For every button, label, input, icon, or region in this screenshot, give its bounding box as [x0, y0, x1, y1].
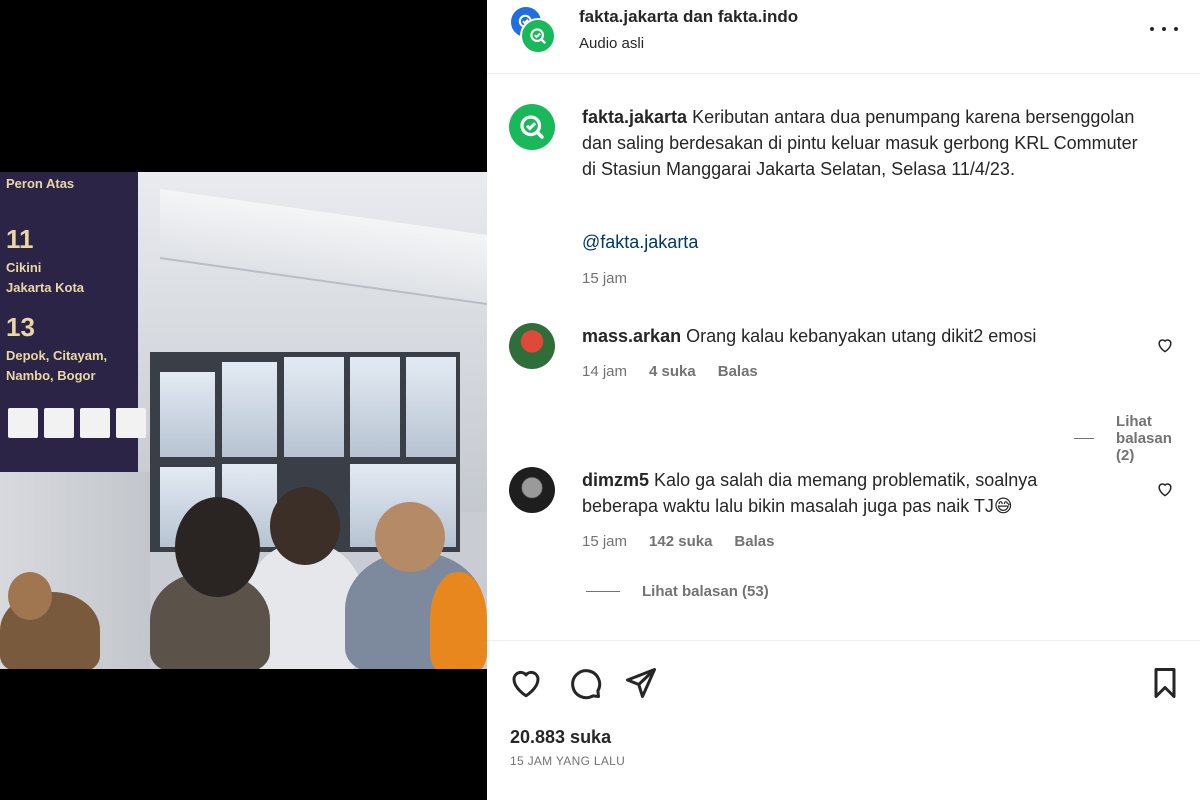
heart-icon[interactable]	[1155, 335, 1175, 355]
heart-icon[interactable]	[508, 665, 544, 701]
comment-username[interactable]: mass.arkan	[582, 326, 681, 346]
avatar[interactable]	[509, 467, 555, 513]
like-count[interactable]: 20.883 suka	[510, 727, 611, 748]
comment-text: mass.arkan Orang kalau kebanyakan utang …	[582, 323, 1102, 349]
avatar	[520, 18, 556, 54]
comment-body: Orang kalau kebanyakan utang dikit2 emos…	[686, 326, 1037, 346]
sign-text: Jakarta Kota	[6, 280, 85, 295]
paper-plane-icon[interactable]	[623, 665, 659, 701]
sign-text: Depok, Citayam,	[6, 348, 108, 363]
view-replies-button[interactable]: Lihat balasan (53)	[586, 583, 769, 600]
comment-meta: 14 jam 4 suka Balas	[582, 363, 758, 380]
comment-likes[interactable]: 142 suka	[649, 533, 712, 550]
divider	[586, 591, 620, 592]
heart-icon[interactable]	[1155, 479, 1175, 499]
view-replies-button[interactable]: Lihat balasan (2)	[1074, 413, 1186, 464]
sign-text: Nambo, Bogor	[6, 368, 96, 383]
comment-body: Kalo ga salah dia memang problematik, so…	[582, 470, 1038, 516]
audio-label[interactable]: Audio asli	[579, 35, 644, 52]
sign-text: Peron Atas	[6, 176, 75, 191]
comment-meta: 15 jam 142 suka Balas	[582, 533, 774, 550]
comment-text: dimzm5 Kalo ga salah dia memang problema…	[582, 467, 1102, 519]
avatar[interactable]	[509, 323, 555, 369]
comment-timestamp: 14 jam	[582, 363, 628, 380]
sign-text: 11	[6, 224, 34, 254]
comment-likes[interactable]: 4 suka	[649, 363, 696, 380]
view-replies-label: Lihat balasan (53)	[642, 583, 769, 600]
comment-timestamp: 15 jam	[582, 533, 628, 550]
bookmark-icon[interactable]	[1147, 665, 1183, 701]
view-replies-label: Lihat balasan (2)	[1116, 413, 1172, 464]
reply-button[interactable]: Balas	[734, 533, 774, 550]
post-header: fakta.jakarta dan fakta.indo Audio asli	[487, 0, 1200, 74]
post-panel: fakta.jakarta dan fakta.indo Audio asli …	[487, 0, 1200, 800]
more-horizontal-icon[interactable]	[1150, 19, 1178, 39]
check-magnifier-icon	[530, 28, 546, 44]
post-actions: 20.883 suka 15 JAM YANG LALU	[487, 640, 1200, 800]
caption-timestamp: 15 jam	[582, 270, 628, 287]
collab-avatars[interactable]	[509, 5, 557, 54]
avatar[interactable]	[509, 104, 555, 150]
comment-bubble-icon[interactable]	[567, 665, 603, 701]
post-timestamp: 15 JAM YANG LALU	[510, 754, 626, 768]
reply-button[interactable]: Balas	[718, 363, 758, 380]
comment-username[interactable]: dimzm5	[582, 470, 649, 490]
account-names[interactable]: fakta.jakarta dan fakta.indo	[579, 7, 798, 27]
caption-mention-link[interactable]: @fakta.jakarta	[582, 232, 698, 253]
station-sign: Peron Atas 11 Cikini Jakarta Kota 13 Dep…	[0, 172, 146, 472]
media-pane: Peron Atas 11 Cikini Jakarta Kota 13 Dep…	[0, 0, 487, 800]
video-player[interactable]: Peron Atas 11 Cikini Jakarta Kota 13 Dep…	[0, 172, 487, 669]
check-magnifier-icon	[520, 115, 544, 139]
sign-text: 13	[6, 312, 35, 342]
caption-username[interactable]: fakta.jakarta	[582, 107, 687, 127]
sign-text: Cikini	[6, 260, 42, 275]
caption-text: fakta.jakarta Keributan antara dua penum…	[582, 104, 1142, 182]
divider	[1074, 438, 1095, 439]
